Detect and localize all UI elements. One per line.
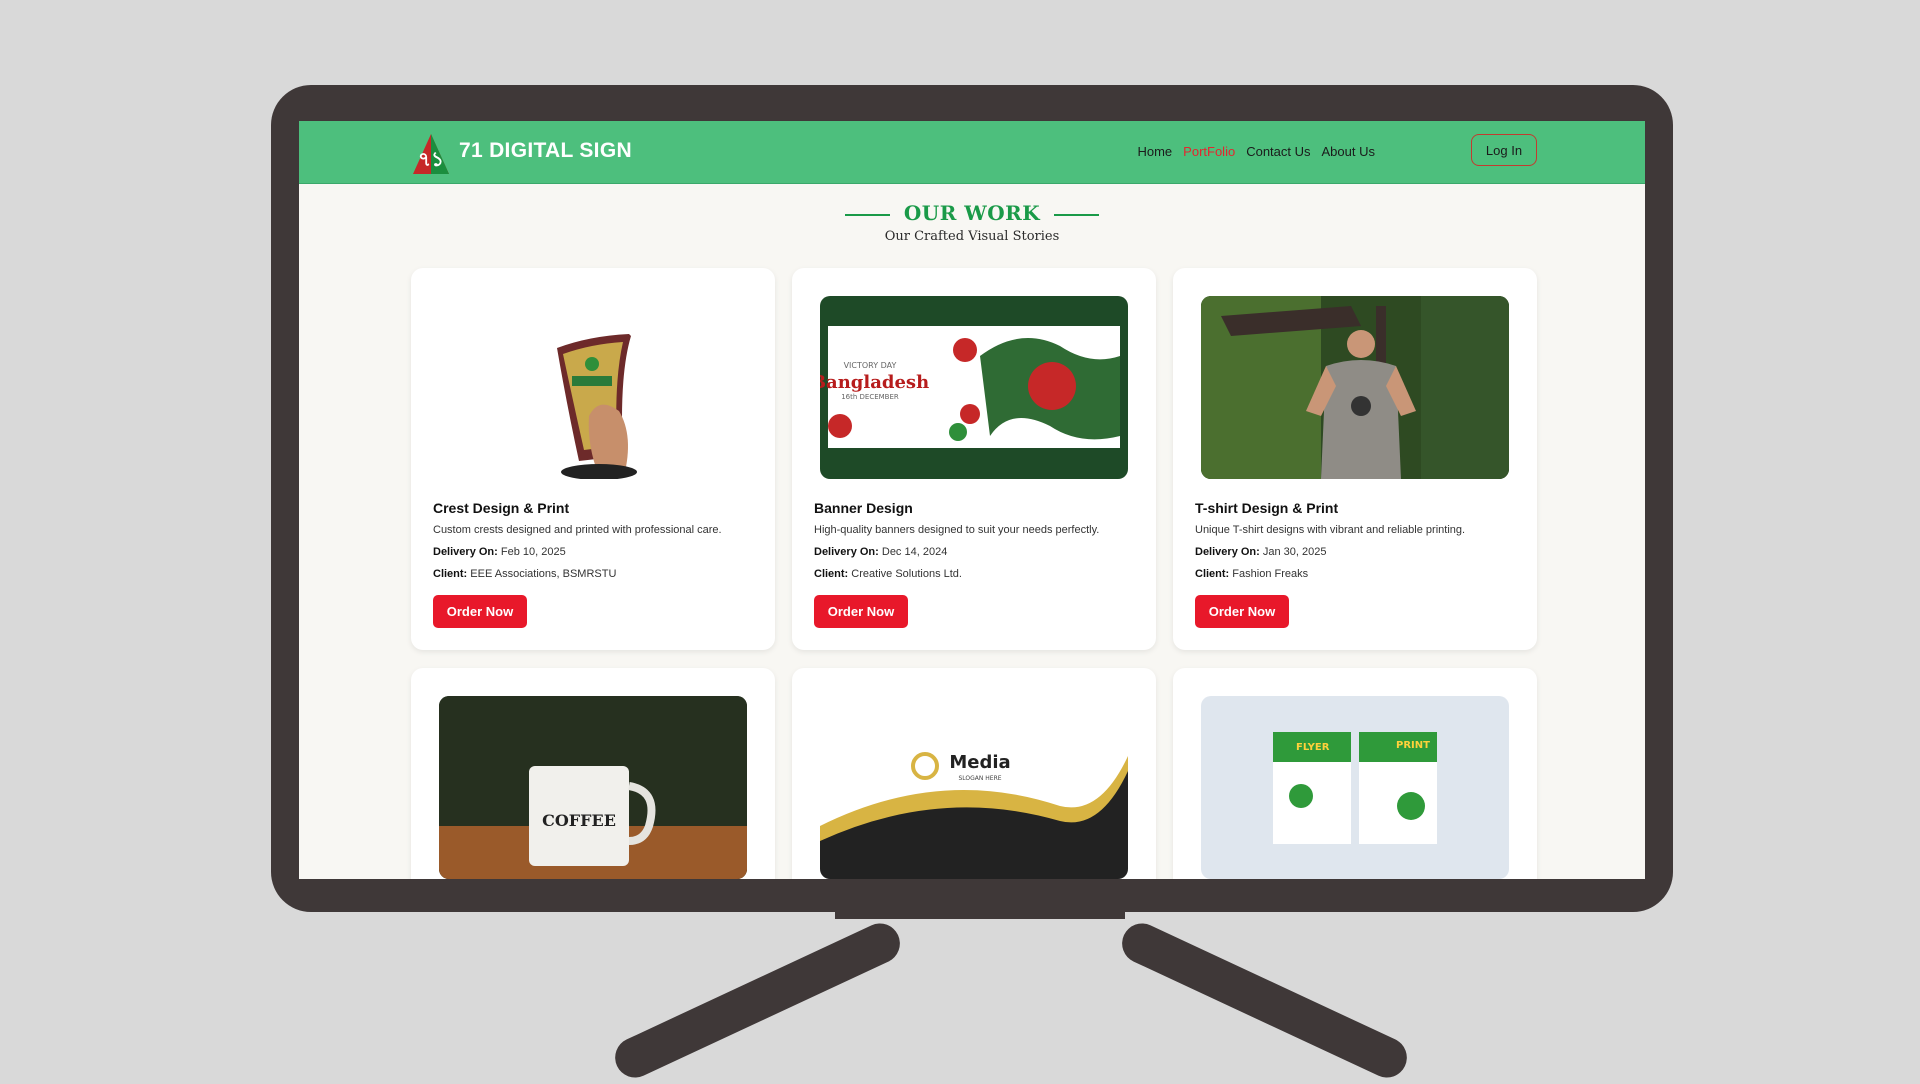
section-heading: OUR WORK (299, 201, 1645, 225)
monitor-neck (835, 905, 1125, 919)
portfolio-card-media: Media SLOGAN HERE (792, 668, 1156, 879)
svg-text:SLOGAN HERE: SLOGAN HERE (958, 775, 1001, 782)
svg-text:Bangladesh: Bangladesh (820, 372, 929, 393)
card-description: Unique T-shirt designs with vibrant and … (1195, 524, 1466, 536)
svg-text:PRINT: PRINT (1396, 740, 1430, 751)
main-nav: Home PortFolio Contact Us About Us (1137, 144, 1375, 159)
login-button[interactable]: Log In (1471, 134, 1537, 166)
card-description: Custom crests designed and printed with … (433, 524, 722, 536)
svg-text:VICTORY DAY: VICTORY DAY (844, 361, 897, 370)
svg-text:COFFEE: COFFEE (542, 811, 616, 830)
card-delivery: Delivery On: Dec 14, 2024 (814, 546, 948, 558)
heading-line-left (845, 213, 891, 216)
order-now-button[interactable]: Order Now (1195, 595, 1289, 628)
order-now-button[interactable]: Order Now (433, 595, 527, 628)
svg-text:Media: Media (949, 752, 1010, 773)
crest-image (439, 296, 747, 479)
section-title: OUR WORK (903, 201, 1041, 225)
nav-contact[interactable]: Contact Us (1246, 144, 1310, 159)
card-client: Client: Creative Solutions Ltd. (814, 568, 962, 580)
nav-portfolio[interactable]: PortFolio (1183, 144, 1235, 159)
heading-line-right (1053, 213, 1099, 216)
card-delivery: Delivery On: Feb 10, 2025 (433, 546, 566, 558)
nav-about[interactable]: About Us (1322, 144, 1375, 159)
card-delivery: Delivery On: Jan 30, 2025 (1195, 546, 1327, 558)
svg-text:৭১: ৭১ (418, 147, 444, 171)
card-description: High-quality banners designed to suit yo… (814, 524, 1100, 536)
website-screen: ৭১ 71 DIGITAL SIGN Home PortFolio Contac… (299, 121, 1645, 879)
flyer-image: FLYER PRINT (1201, 696, 1509, 879)
order-now-button[interactable]: Order Now (814, 595, 908, 628)
section-subtitle: Our Crafted Visual Stories (884, 229, 1060, 244)
coffee-image: COFFEE (439, 696, 747, 879)
portfolio-card-tshirt: T-shirt Design & Print Unique T-shirt de… (1173, 268, 1537, 650)
brand-name[interactable]: 71 DIGITAL SIGN (459, 139, 632, 163)
svg-text:FLYER: FLYER (1296, 742, 1330, 753)
tshirt-image (1201, 296, 1509, 479)
banner-image: VICTORY DAY Bangladesh 16th DECEMBER (820, 296, 1128, 479)
portfolio-card-banner: VICTORY DAY Bangladesh 16th DECEMBER Ban… (792, 268, 1156, 650)
card-title: Crest Design & Print (433, 500, 570, 516)
site-header: ৭১ 71 DIGITAL SIGN Home PortFolio Contac… (299, 121, 1645, 184)
card-title: T-shirt Design & Print (1195, 500, 1339, 516)
card-client: Client: Fashion Freaks (1195, 568, 1309, 580)
portfolio-card-flyer: FLYER PRINT (1173, 668, 1537, 879)
monitor-stand-left (608, 916, 907, 1084)
monitor-stand-right (1115, 916, 1414, 1084)
card-title: Banner Design (814, 500, 913, 516)
svg-text:16th DECEMBER: 16th DECEMBER (841, 393, 899, 401)
nav-home[interactable]: Home (1137, 144, 1172, 159)
card-client: Client: EEE Associations, BSMRSTU (433, 568, 617, 580)
portfolio-card-crest: Crest Design & Print Custom crests desig… (411, 268, 775, 650)
brand-logo-icon[interactable]: ৭১ (411, 132, 451, 176)
portfolio-card-coffee: COFFEE (411, 668, 775, 879)
media-image: Media SLOGAN HERE (820, 696, 1128, 879)
